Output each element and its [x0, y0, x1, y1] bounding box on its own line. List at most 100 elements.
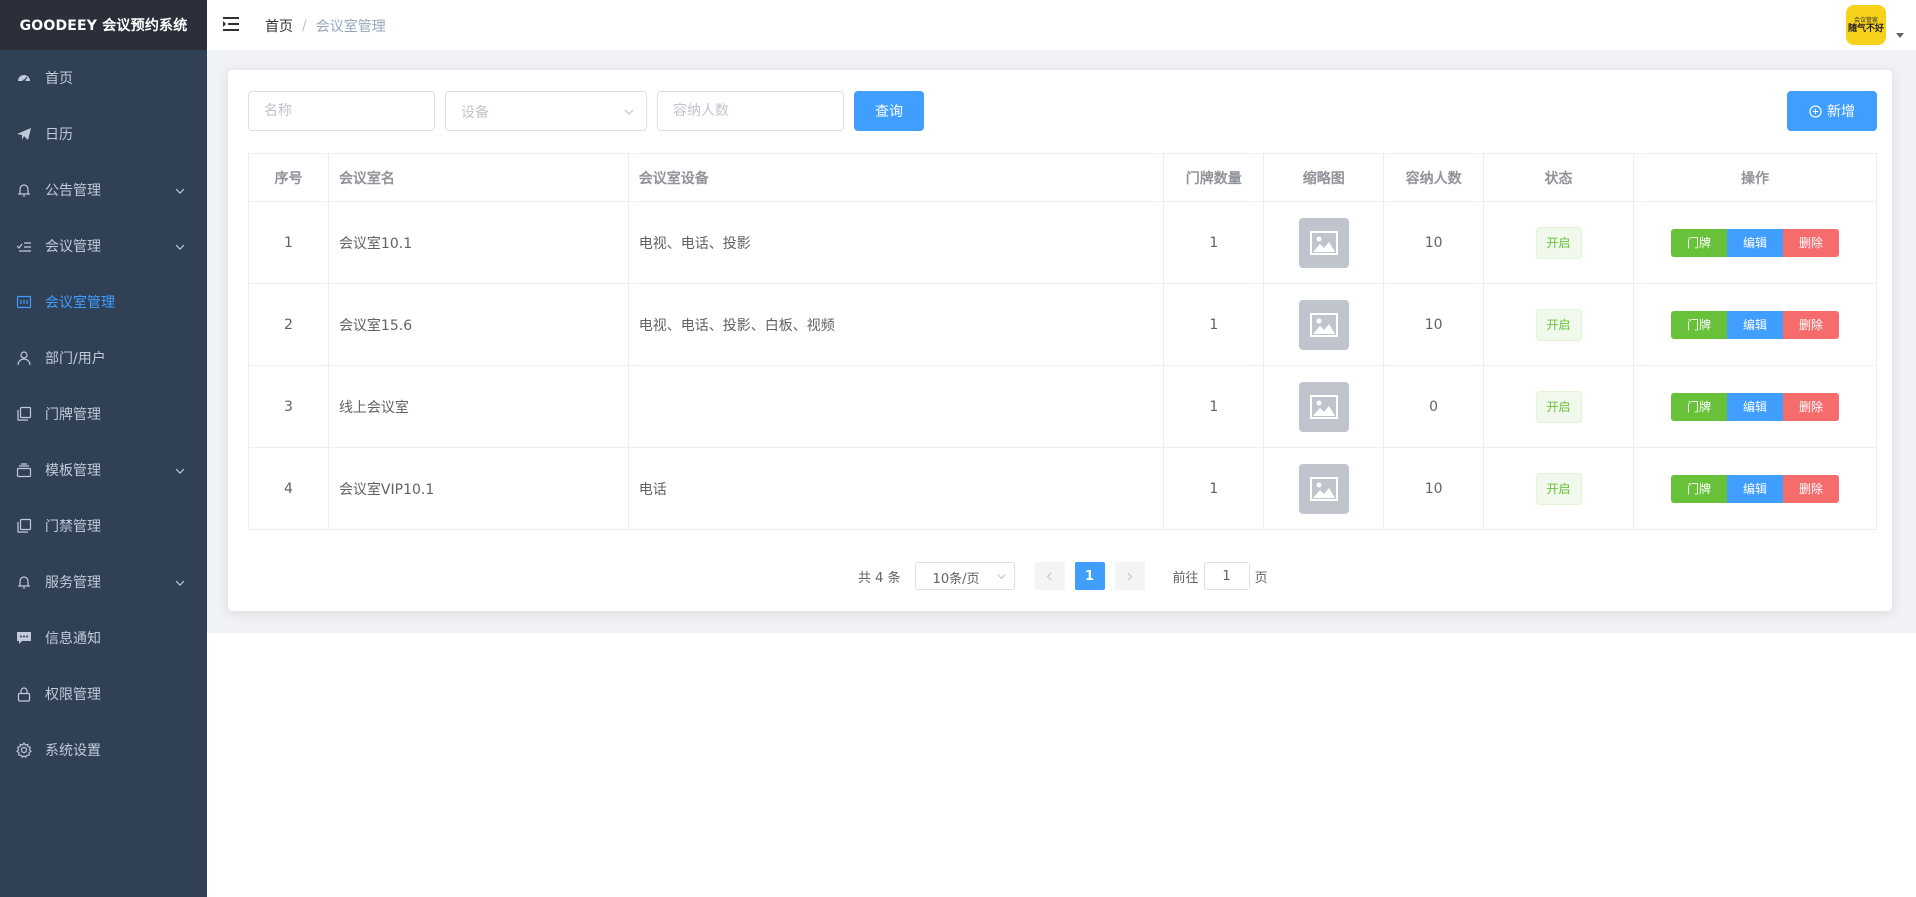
avatar-main-text: 随气不好: [1847, 23, 1884, 34]
cell-thumbnail: [1263, 201, 1385, 284]
sidebar-item-permissions[interactable]: 权限管理: [0, 666, 207, 722]
sidebar-item-doorplates[interactable]: 门牌管理: [0, 386, 207, 442]
delete-button[interactable]: 删除: [1782, 310, 1839, 339]
breadcrumb-home[interactable]: 首页: [265, 16, 293, 36]
page-number-current[interactable]: 1: [1074, 562, 1105, 590]
column-header-actions: 操作: [1632, 153, 1878, 202]
prev-page-button[interactable]: [1034, 562, 1065, 590]
cell-doorplates: 1: [1163, 447, 1265, 530]
edit-button[interactable]: 编辑: [1726, 310, 1783, 339]
edit-button[interactable]: 编辑: [1726, 228, 1783, 257]
delete-button[interactable]: 删除: [1782, 228, 1839, 257]
chevron-left-icon: [1046, 572, 1052, 580]
chevron-down-icon: [175, 240, 185, 250]
checklist-icon: [16, 238, 32, 254]
chat-icon: [16, 630, 32, 646]
pagination-total: 共 4 条: [858, 570, 901, 586]
user-icon: [16, 350, 32, 366]
app-title: GOODEEY 会议预约系统: [0, 0, 207, 50]
cell-status: 开启: [1483, 201, 1634, 284]
breadcrumb-separator: /: [302, 18, 307, 34]
image-placeholder-icon[interactable]: [1298, 299, 1349, 350]
bell-icon: [16, 574, 32, 590]
sidebar-item-templates[interactable]: 模板管理: [0, 442, 207, 498]
cell-capacity: 10: [1383, 283, 1485, 366]
chevron-down-icon: [997, 574, 1006, 580]
cell-index: 4: [248, 447, 329, 530]
delete-button[interactable]: 删除: [1782, 392, 1839, 421]
copy-icon: [16, 518, 32, 534]
add-button[interactable]: 新增: [1787, 91, 1877, 131]
cell-status: 开启: [1483, 283, 1634, 366]
doorplate-button[interactable]: 门牌: [1670, 310, 1727, 339]
query-button[interactable]: 查询: [854, 91, 924, 131]
caret-down-icon[interactable]: [1896, 33, 1904, 38]
image-placeholder-icon[interactable]: [1298, 381, 1349, 432]
sidebar-item-departments-users[interactable]: 部门/用户: [0, 330, 207, 386]
avatar[interactable]: 会议管家 随气不好: [1846, 5, 1886, 45]
sidebar-item-announcements[interactable]: 公告管理: [0, 162, 207, 218]
add-button-label: 新增: [1827, 104, 1855, 120]
sidebar-item-label: 权限管理: [45, 687, 101, 703]
breadcrumb: 首页 / 会议室管理: [265, 16, 386, 36]
sidebar-item-calendar[interactable]: 日历: [0, 106, 207, 162]
cell-capacity: 10: [1383, 201, 1485, 284]
doorplate-button[interactable]: 门牌: [1670, 228, 1727, 257]
page-size-select[interactable]: 10条/页: [914, 562, 1015, 590]
sidebar-item-settings[interactable]: 系统设置: [0, 722, 207, 778]
column-header-thumbnail: 缩略图: [1263, 153, 1385, 202]
doorplate-button[interactable]: 门牌: [1670, 392, 1727, 421]
delete-button[interactable]: 删除: [1782, 474, 1839, 503]
bell-icon: [16, 182, 32, 198]
cell-index: 3: [248, 365, 329, 448]
cell-capacity: 0: [1383, 365, 1485, 448]
edit-button[interactable]: 编辑: [1726, 474, 1783, 503]
image-placeholder-icon[interactable]: [1298, 217, 1349, 268]
doorplate-button[interactable]: 门牌: [1670, 474, 1727, 503]
column-header-capacity: 容纳人数: [1383, 153, 1485, 202]
sidebar-item-label: 首页: [45, 71, 73, 87]
name-input[interactable]: [248, 91, 435, 131]
status-badge: 开启: [1535, 390, 1582, 423]
device-select[interactable]: 设备: [445, 91, 647, 131]
plus-circle-icon: [1809, 104, 1822, 118]
goto-page-input[interactable]: [1203, 562, 1250, 590]
cell-room-name: 会议室10.1: [327, 201, 629, 284]
chevron-down-icon: [624, 109, 634, 115]
capacity-input[interactable]: [657, 91, 844, 131]
cell-devices: [627, 365, 1165, 448]
sidebar-item-label: 会议管理: [45, 239, 101, 255]
column-header-doorplates: 门牌数量: [1163, 153, 1265, 202]
sidebar-item-meetings[interactable]: 会议管理: [0, 218, 207, 274]
cell-actions: 门牌 编辑 删除: [1632, 365, 1878, 448]
sidebar-item-meeting-rooms[interactable]: 会议室管理: [0, 274, 207, 330]
sidebar-item-label: 模板管理: [45, 463, 101, 479]
image-placeholder-icon[interactable]: [1298, 463, 1349, 514]
main-lower-area: [207, 633, 1916, 897]
sidebar-item-label: 日历: [45, 127, 73, 143]
edit-button[interactable]: 编辑: [1726, 392, 1783, 421]
sidebar: GOODEEY 会议预约系统 首页日历公告管理会议管理会议室管理部门/用户门牌管…: [0, 0, 207, 897]
column-header-status: 状态: [1483, 153, 1634, 202]
sidebar-item-access-control[interactable]: 门禁管理: [0, 498, 207, 554]
sidebar-item-services[interactable]: 服务管理: [0, 554, 207, 610]
breadcrumb-current: 会议室管理: [315, 19, 386, 35]
next-page-button[interactable]: [1114, 562, 1145, 590]
chevron-down-icon: [175, 184, 185, 194]
hamburger-icon[interactable]: [222, 15, 240, 33]
cell-actions: 门牌 编辑 删除: [1632, 283, 1878, 366]
gear-icon: [16, 742, 32, 758]
sidebar-item-home[interactable]: 首页: [0, 50, 207, 106]
page-size-value: 10条/页: [932, 572, 980, 587]
cell-devices: 电视、电话、投影、白板、视频: [627, 283, 1165, 366]
board-icon: [16, 294, 32, 310]
column-header-index: 序号: [248, 153, 329, 202]
cell-thumbnail: [1263, 447, 1385, 530]
cell-devices: 电话: [627, 447, 1165, 530]
cell-actions: 门牌 编辑 删除: [1632, 447, 1878, 530]
paper-plane-icon: [16, 126, 32, 142]
sidebar-item-label: 部门/用户: [45, 351, 106, 367]
chevron-down-icon: [175, 576, 185, 586]
sidebar-item-notifications[interactable]: 信息通知: [0, 610, 207, 666]
cell-room-name: 会议室15.6: [327, 283, 629, 366]
